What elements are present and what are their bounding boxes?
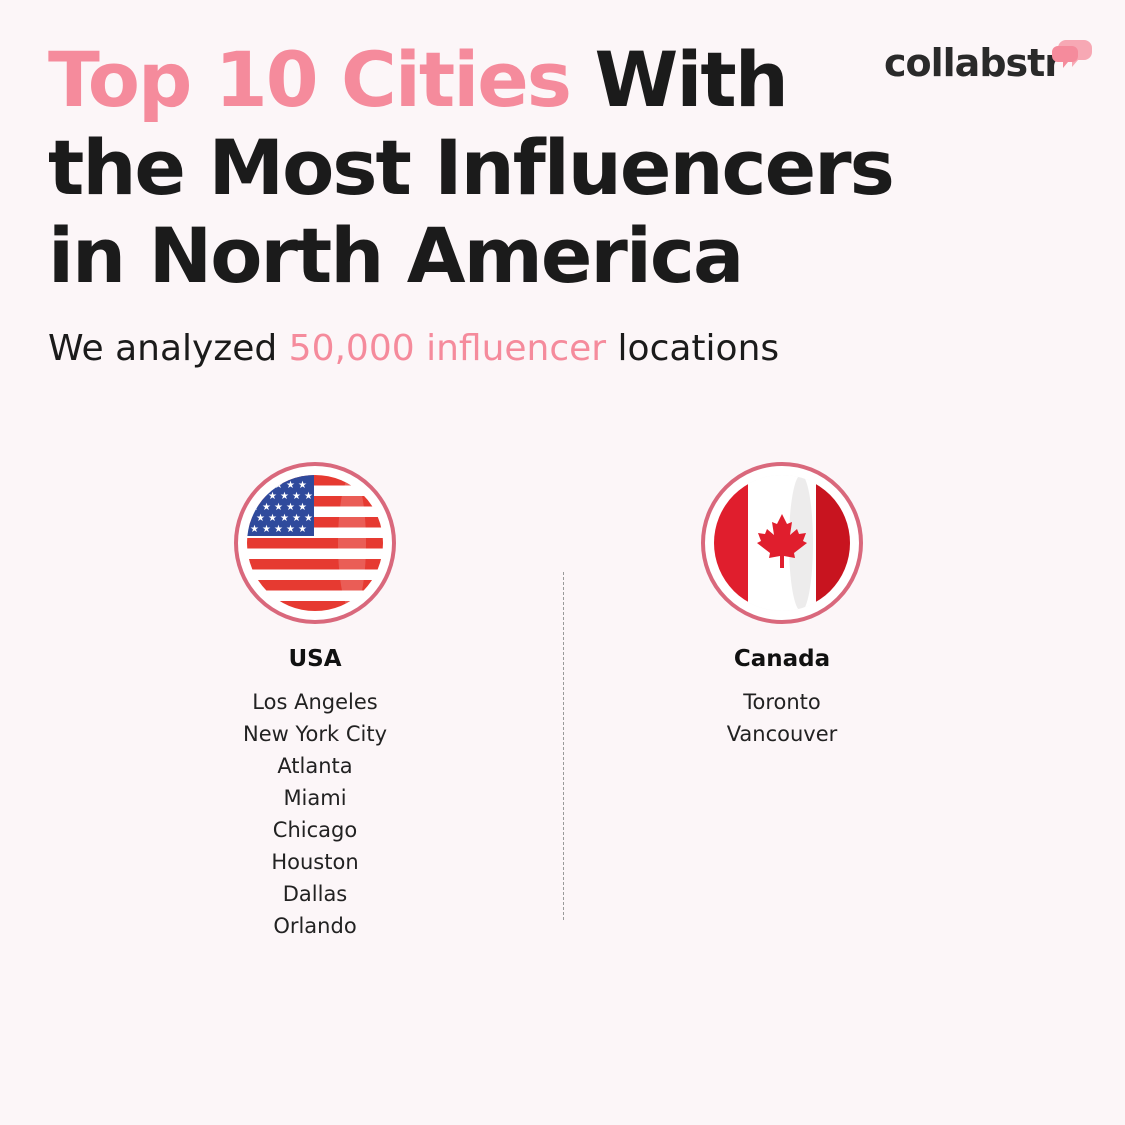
city-list: Los Angeles New York City Atlanta Miami … xyxy=(155,686,475,942)
logo-text: collabstr xyxy=(884,41,1063,85)
list-item: Chicago xyxy=(272,818,358,842)
subtitle-before: We analyzed xyxy=(48,328,289,369)
list-item: Miami xyxy=(283,786,347,810)
svg-text:★: ★ xyxy=(280,513,289,524)
usa-flag-icon: ★★★★ ★★★★★ ★★★★★ ★★★★★ ★★★★★ xyxy=(234,462,396,624)
list-item: Orlando xyxy=(273,914,357,938)
speech-bubbles-icon xyxy=(1052,40,1092,68)
title-highlight: Top 10 Cities xyxy=(48,35,572,124)
svg-text:★: ★ xyxy=(286,502,295,513)
list-item: Vancouver xyxy=(726,722,838,746)
title-line-3: in North America xyxy=(48,211,744,300)
svg-text:★: ★ xyxy=(286,524,295,535)
country-name: USA xyxy=(288,646,342,672)
svg-text:★: ★ xyxy=(274,502,283,513)
svg-text:★: ★ xyxy=(280,491,289,502)
list-item: Atlanta xyxy=(277,754,353,778)
svg-text:★: ★ xyxy=(262,502,271,513)
svg-text:★: ★ xyxy=(286,480,295,491)
column-divider xyxy=(563,572,564,920)
subtitle-highlight: 50,000 influencer xyxy=(288,328,607,369)
svg-text:★: ★ xyxy=(268,513,277,524)
country-canada: Canada Toronto Vancouver xyxy=(622,462,942,750)
list-item: Houston xyxy=(271,850,359,874)
svg-text:★: ★ xyxy=(304,513,313,524)
svg-text:★: ★ xyxy=(298,524,307,535)
svg-text:★: ★ xyxy=(292,513,301,524)
svg-text:★: ★ xyxy=(250,524,259,535)
title-line-2: the Most Influencers xyxy=(48,123,895,212)
country-name: Canada xyxy=(733,646,831,672)
svg-text:★: ★ xyxy=(298,480,307,491)
svg-text:★: ★ xyxy=(304,491,313,502)
city-list: Toronto Vancouver xyxy=(622,686,942,750)
collabstr-logo: collabstr xyxy=(884,36,1099,96)
title-rest: With xyxy=(570,35,788,124)
svg-text:★: ★ xyxy=(274,524,283,535)
svg-text:★: ★ xyxy=(262,524,271,535)
svg-text:★: ★ xyxy=(292,491,301,502)
canada-flag-icon xyxy=(701,462,863,624)
list-item: Toronto xyxy=(743,690,821,714)
subtitle: We analyzed 50,000 influencer locations xyxy=(48,326,779,372)
list-item: Los Angeles xyxy=(252,690,378,714)
list-item: Dallas xyxy=(282,882,348,906)
country-usa: ★★★★ ★★★★★ ★★★★★ ★★★★★ ★★★★★ USA Los Ang… xyxy=(155,462,475,942)
svg-text:★: ★ xyxy=(268,491,277,502)
svg-text:★: ★ xyxy=(298,502,307,513)
svg-text:★: ★ xyxy=(256,513,265,524)
list-item: New York City xyxy=(243,722,387,746)
subtitle-after: locations xyxy=(606,328,780,369)
page-title: Top 10 Cities With the Most Influencers in… xyxy=(48,36,908,300)
